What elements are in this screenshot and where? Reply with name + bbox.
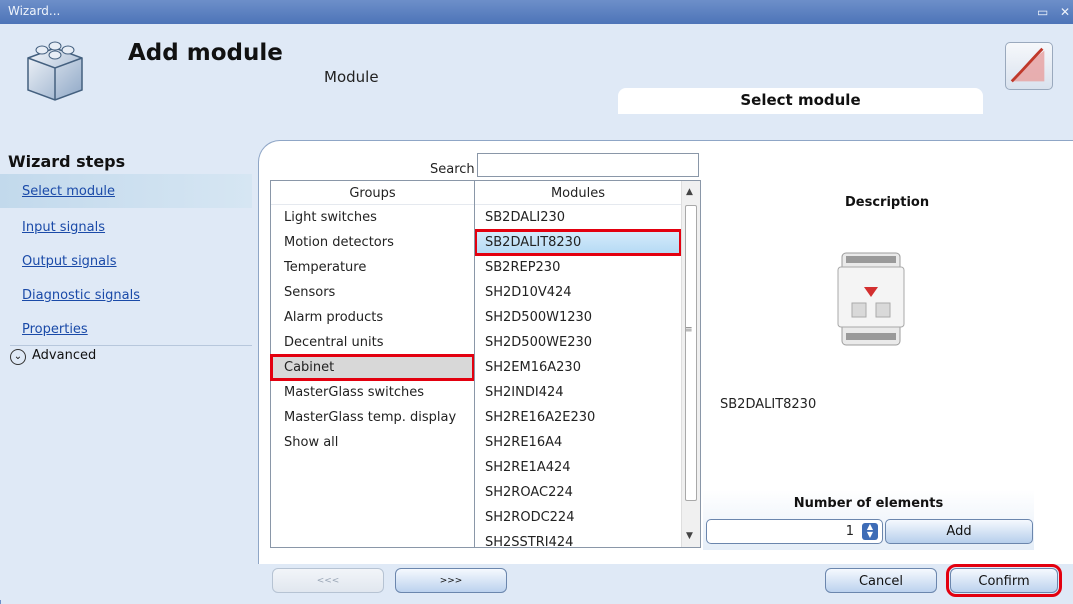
module-cube-icon — [27, 41, 83, 101]
cancel-button[interactable]: Cancel — [825, 568, 937, 593]
module-device-image — [837, 252, 905, 346]
module-item[interactable]: SH2INDI424 — [475, 380, 681, 405]
sidebar-step-diagnostic-signals[interactable]: Diagnostic signals — [0, 278, 252, 312]
selected-module-name: SB2DALIT8230 — [720, 397, 817, 412]
close-icon[interactable]: ✕ — [1060, 5, 1070, 19]
group-item[interactable]: MasterGlass temp. display — [271, 405, 474, 430]
back-button[interactable]: <<< — [272, 568, 384, 593]
current-step-tab: Select module — [618, 88, 983, 114]
group-item[interactable]: Temperature — [271, 255, 474, 280]
groups-list: Groups Light switches Motion detectors T… — [270, 180, 475, 548]
module-item[interactable]: SH2RE16A2E230 — [475, 405, 681, 430]
sidebar-step-select-module[interactable]: Select module — [0, 174, 252, 208]
page-subtitle: Module — [324, 68, 379, 86]
sidebar-step-properties[interactable]: Properties — [0, 312, 252, 346]
description-title: Description — [845, 195, 930, 210]
module-item[interactable]: SH2ROAC224 — [475, 480, 681, 505]
module-item-selected[interactable]: SB2DALIT8230 — [475, 229, 682, 256]
scroll-up-arrow-icon[interactable]: ▲ — [686, 187, 693, 197]
window-titlebar: Wizard... ▭ ✕ — [0, 0, 1073, 24]
group-item[interactable]: Show all — [271, 430, 474, 455]
sidebar-heading: Wizard steps — [8, 152, 126, 171]
module-item[interactable]: SH2D500WE230 — [475, 330, 681, 355]
module-item[interactable]: SH2RE16A4 — [475, 430, 681, 455]
chevron-down-icon: ⌄ — [10, 349, 26, 365]
group-item[interactable]: Motion detectors — [271, 230, 474, 255]
scroll-down-arrow-icon[interactable]: ▼ — [686, 531, 693, 541]
restore-icon[interactable]: ▭ — [1037, 5, 1048, 19]
module-item[interactable]: SB2REP230 — [475, 255, 681, 280]
spinner-arrows-icon[interactable]: ▲ ▼ — [862, 523, 878, 540]
scrollbar-grip-icon: ≡ — [685, 325, 693, 335]
modules-list: Modules SB2DALI230 SB2DALIT8230 SB2REP23… — [474, 180, 701, 548]
sidebar-divider — [10, 345, 252, 346]
modules-header: Modules — [475, 181, 681, 205]
group-item[interactable]: Decentral units — [271, 330, 474, 355]
group-item-selected[interactable]: Cabinet — [270, 354, 475, 381]
advanced-toggle[interactable]: ⌄ Advanced — [10, 348, 96, 365]
quantity-value[interactable]: 1 — [846, 524, 854, 539]
sidebar-step-output-signals[interactable]: Output signals — [0, 244, 252, 278]
group-item[interactable]: Sensors — [271, 280, 474, 305]
module-item[interactable]: SH2SSTRI424 — [475, 530, 681, 547]
next-button[interactable]: >>> — [395, 568, 507, 593]
modules-scrollbar[interactable]: ▲ ≡ ▼ — [681, 181, 700, 547]
number-of-elements-panel: Number of elements 1 ▲ ▼ Add — [703, 490, 1034, 550]
group-item[interactable]: Alarm products — [271, 305, 474, 330]
module-item[interactable]: SH2RE1A424 — [475, 455, 681, 480]
module-item[interactable]: SH2RODC224 — [475, 505, 681, 530]
add-button[interactable]: Add — [885, 519, 1033, 544]
groups-header: Groups — [271, 181, 474, 205]
confirm-button[interactable]: Confirm — [946, 564, 1062, 597]
group-item[interactable]: MasterGlass switches — [271, 380, 474, 405]
module-item[interactable]: SH2EM16A230 — [475, 355, 681, 380]
module-item[interactable]: SH2D500W1230 — [475, 305, 681, 330]
quantity-stepper[interactable]: 1 ▲ ▼ — [706, 519, 883, 544]
module-item[interactable]: SH2D10V424 — [475, 280, 681, 305]
brand-logo-icon — [1005, 42, 1053, 90]
sidebar-step-input-signals[interactable]: Input signals — [0, 210, 252, 244]
wizard-header: Add module Module — [0, 24, 1073, 136]
module-item[interactable]: SB2DALI230 — [475, 205, 681, 230]
group-item[interactable]: Light switches — [271, 205, 474, 230]
wizard-sidebar: Wizard steps Select module Input signals… — [0, 136, 258, 600]
number-of-elements-title: Number of elements — [793, 496, 944, 511]
scrollbar-thumb[interactable] — [685, 205, 697, 501]
window-title: Wizard... — [8, 4, 61, 18]
search-label: Search — [430, 162, 475, 177]
search-input[interactable] — [477, 153, 699, 177]
page-title: Add module — [128, 40, 283, 66]
advanced-label: Advanced — [32, 348, 97, 363]
